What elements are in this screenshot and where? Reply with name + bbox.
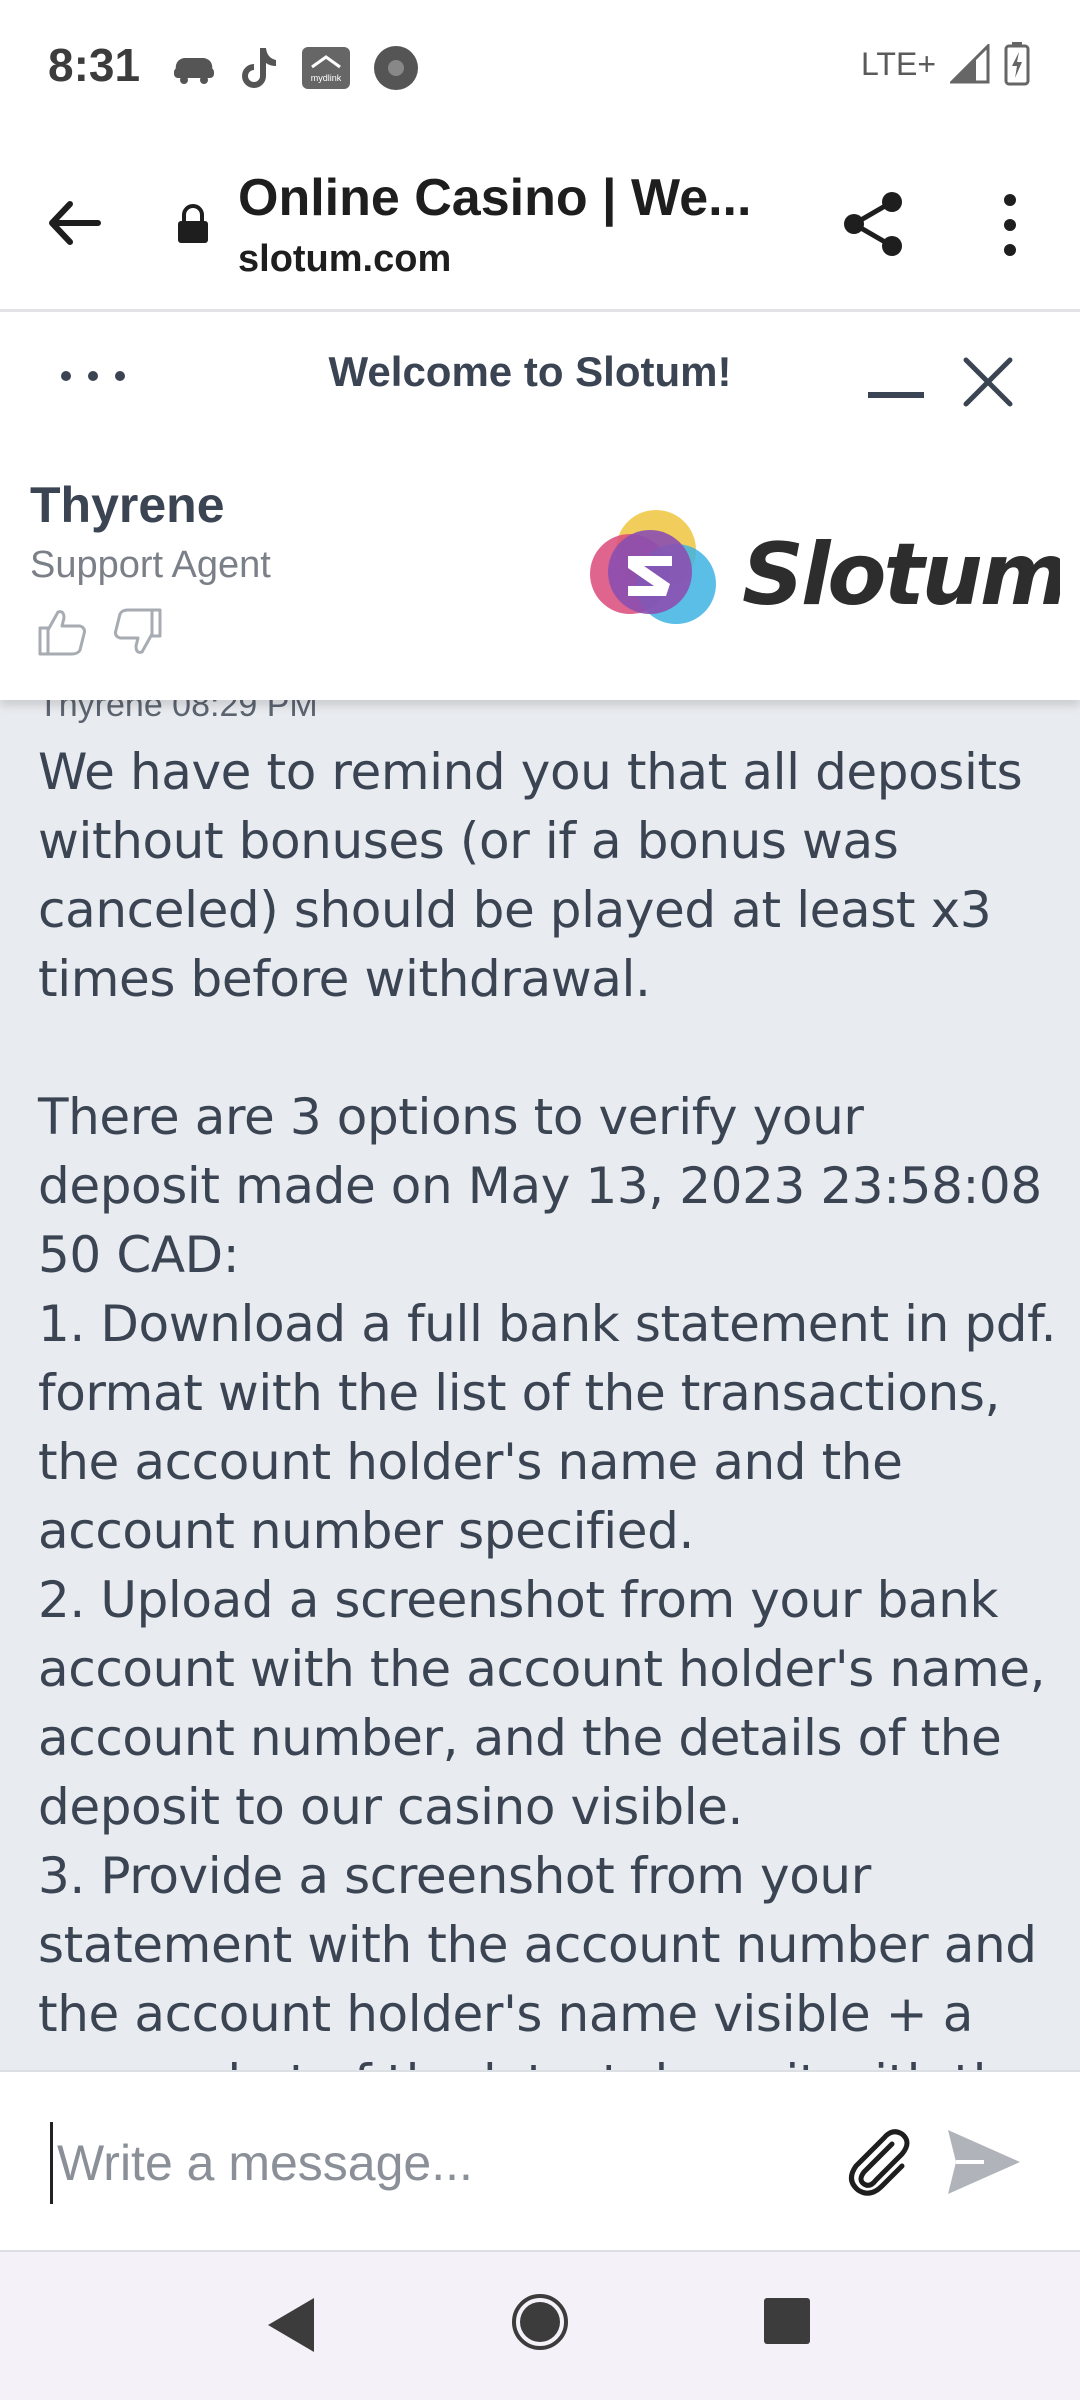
page-title[interactable]: Online Casino | We... bbox=[238, 168, 778, 228]
page-url[interactable]: slotum.com bbox=[238, 238, 451, 281]
minimize-icon[interactable] bbox=[868, 392, 924, 398]
paperclip-icon[interactable] bbox=[840, 2124, 916, 2200]
thumbs-down-icon[interactable] bbox=[110, 604, 166, 660]
agent-name: Thyrene bbox=[30, 477, 225, 533]
status-time: 8:31 bbox=[48, 39, 141, 91]
status-bar: 8:31 mydlink LTE+ bbox=[0, 0, 1080, 138]
more-options-icon[interactable] bbox=[990, 190, 1030, 260]
chat-title: Welcome to Slotum! bbox=[328, 348, 732, 395]
message-list[interactable]: Thyrene 08:29 PM We have to remind you t… bbox=[0, 700, 1080, 2070]
message-text: We have to remind you that all deposits … bbox=[38, 743, 1057, 2070]
browser-toolbar: Online Casino | We... slotum.com bbox=[0, 138, 1080, 312]
lock-icon[interactable] bbox=[176, 204, 210, 244]
slotum-logo: Slotum bbox=[580, 492, 1069, 652]
nav-back-icon[interactable] bbox=[262, 2294, 322, 2356]
battery-charging-icon bbox=[1004, 42, 1030, 86]
agent-panel: Thyrene Support Agent Slotum bbox=[0, 436, 1080, 700]
record-icon bbox=[374, 46, 418, 90]
system-nav-bar bbox=[0, 2252, 1080, 2400]
mydlink-icon: mydlink bbox=[302, 47, 350, 89]
back-arrow-icon[interactable] bbox=[40, 188, 110, 258]
brand-name: Slotum bbox=[742, 525, 1060, 625]
signal-icon bbox=[950, 44, 990, 84]
car-icon bbox=[174, 58, 214, 84]
system-icons: LTE+ bbox=[861, 42, 1030, 86]
chat-header: Welcome to Slotum! bbox=[0, 314, 1080, 436]
network-type: LTE+ bbox=[861, 45, 936, 82]
tiktok-icon bbox=[242, 48, 276, 88]
slotum-emblem-icon bbox=[590, 510, 716, 624]
agent-role: Support Agent bbox=[30, 544, 271, 586]
message-input[interactable] bbox=[50, 2122, 810, 2204]
nav-recents-icon[interactable] bbox=[762, 2296, 812, 2346]
nav-home-icon[interactable] bbox=[510, 2292, 570, 2352]
send-icon[interactable] bbox=[944, 2124, 1024, 2200]
message-meta: Thyrene 08:29 PM bbox=[38, 700, 318, 724]
svg-text:mydlink: mydlink bbox=[311, 73, 342, 83]
close-icon[interactable] bbox=[960, 354, 1016, 410]
notification-icons: mydlink bbox=[170, 44, 420, 92]
screen: 8:31 mydlink LTE+ Online Casino | We... … bbox=[0, 0, 1080, 2400]
thumbs-up-icon[interactable] bbox=[34, 604, 90, 660]
message-composer bbox=[0, 2070, 1080, 2252]
share-icon[interactable] bbox=[838, 188, 910, 260]
